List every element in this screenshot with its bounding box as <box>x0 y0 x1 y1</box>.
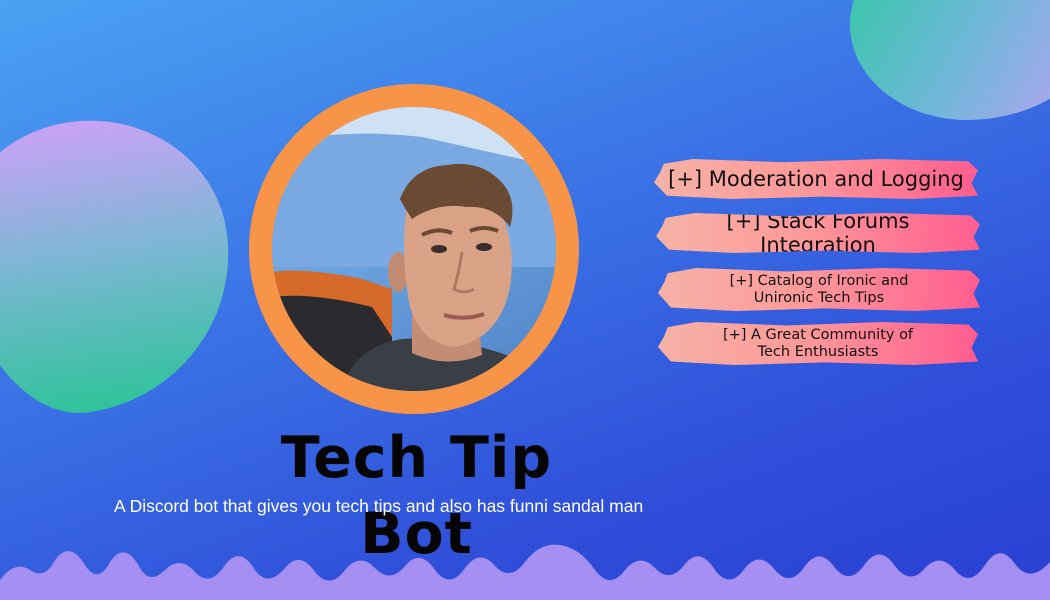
decorative-blob-top-right <box>850 0 1050 120</box>
feature-tag-stack-forums: [+] Stack Forums Integration <box>656 213 980 253</box>
feature-tag-tech-tips-catalog: [+] Catalog of Ironic and Unironic Tech … <box>658 268 980 311</box>
decorative-blob-left <box>0 102 249 428</box>
decorative-wave <box>0 544 1050 600</box>
avatar <box>272 107 556 391</box>
bot-description: A Discord bot that gives you tech tips a… <box>114 496 644 516</box>
feature-tag-community: [+] A Great Community of Tech Enthusiast… <box>658 322 978 365</box>
feature-label: [+] Moderation and Logging <box>668 167 964 191</box>
portrait-image <box>272 107 556 391</box>
feature-label: [+] A Great Community of Tech Enthusiast… <box>722 326 914 360</box>
banner: [+] Moderation and Logging [+] Stack For… <box>0 0 1050 600</box>
feature-label: [+] Catalog of Ironic and Unironic Tech … <box>729 272 909 306</box>
feature-tag-moderation: [+] Moderation and Logging <box>654 159 978 199</box>
feature-label: [+] Stack Forums Integration <box>726 209 910 257</box>
